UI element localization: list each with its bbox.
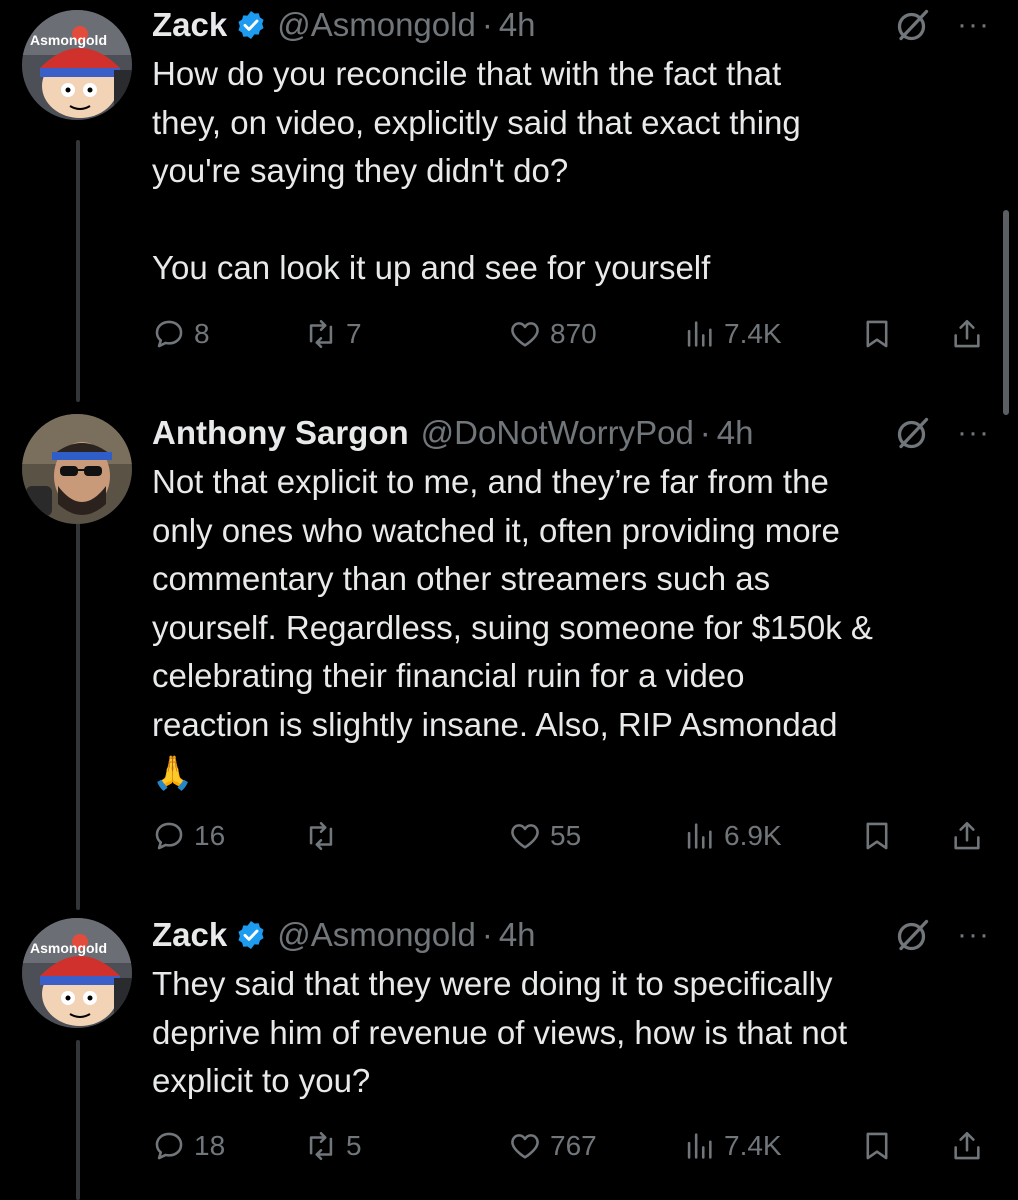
like-button[interactable]: 767 (508, 1129, 597, 1163)
retweet-button[interactable] (304, 819, 346, 853)
verified-icon (238, 11, 264, 39)
avatar-label: Asmongold (30, 940, 107, 956)
share-icon (954, 319, 980, 348)
reply-count: 16 (194, 820, 226, 851)
tweet-text: They said that they were doing it to spe… (152, 965, 848, 1099)
timestamp[interactable]: 4h (499, 910, 536, 960)
reply-icon (155, 822, 183, 850)
display-name[interactable]: Zack (152, 910, 227, 960)
tweet-text: Not that explicit to me, and they’re far… (152, 463, 873, 791)
retweet-count: 7 (346, 318, 362, 349)
retweet-button[interactable]: 7 (304, 317, 362, 351)
views-button[interactable]: 7.4K (682, 317, 782, 351)
handle[interactable]: @Asmongold (277, 910, 476, 960)
thread: Asmongold Zack @Asmongold · 4h ··· How d… (0, 0, 1018, 1200)
tweet-text: How do you reconcile that with the fact … (152, 55, 801, 286)
retweet-icon (309, 319, 333, 349)
tweet-header: Zack @Asmongold · 4h ··· (152, 0, 990, 50)
handle[interactable]: @Asmongold (277, 0, 476, 50)
like-count: 55 (550, 820, 582, 851)
tweet-actions: 16 55 6.9K (152, 814, 990, 858)
avatar[interactable]: Asmongold (22, 918, 132, 1028)
views-count: 7.4K (724, 318, 782, 349)
grok-icon[interactable] (895, 415, 931, 451)
views-button[interactable]: 7.4K (682, 1129, 782, 1163)
retweet-icon (309, 821, 333, 851)
views-count: 6.9K (724, 820, 782, 851)
views-icon (687, 1133, 712, 1159)
like-count: 870 (550, 318, 597, 349)
like-count: 767 (550, 1130, 597, 1161)
tweet[interactable]: Asmongold Zack @Asmongold · 4h ··· (0, 0, 1018, 400)
bookmark-icon (866, 1132, 888, 1160)
share-button[interactable] (950, 1129, 984, 1163)
views-icon (687, 321, 712, 347)
retweet-count: 5 (346, 1130, 362, 1161)
avatar-label: Asmongold (30, 32, 107, 48)
tweet-header: Anthony Sargon @DoNotWorryPod · 4h ··· (152, 408, 990, 458)
tweet-header: Zack @Asmongold · 4h ··· (152, 910, 990, 960)
reply-button[interactable]: 8 (152, 317, 210, 351)
heart-icon (511, 322, 539, 347)
reply-icon (155, 320, 183, 348)
tweet[interactable]: Asmongold Zack @Asmongold · 4h ··· (0, 910, 1018, 1200)
timestamp[interactable]: 4h (717, 408, 754, 458)
reply-count: 18 (194, 1130, 226, 1161)
tweet-actions: 18 5 767 7.4K (152, 1124, 990, 1168)
verified-icon (238, 921, 264, 949)
grok-icon[interactable] (895, 7, 931, 43)
reply-icon (155, 1132, 183, 1160)
grok-icon[interactable] (895, 917, 931, 953)
timestamp[interactable]: 4h (499, 0, 536, 50)
handle[interactable]: @DoNotWorryPod (421, 408, 694, 458)
display-name[interactable]: Anthony Sargon (152, 408, 409, 458)
more-icon[interactable]: ··· (957, 418, 990, 448)
display-name[interactable]: Zack (152, 0, 227, 50)
share-button[interactable] (950, 317, 984, 351)
avatar-image (22, 10, 132, 120)
separator-dot: · (481, 916, 493, 953)
reply-button[interactable]: 16 (152, 819, 225, 853)
bookmark-button[interactable] (860, 317, 894, 351)
share-icon (954, 821, 980, 850)
like-button[interactable]: 870 (508, 317, 597, 351)
views-count: 7.4K (724, 1130, 782, 1161)
like-button[interactable]: 55 (508, 819, 581, 853)
tweet-actions: 8 7 870 7.4K (152, 312, 990, 356)
heart-icon (511, 1134, 539, 1159)
share-button[interactable] (950, 819, 984, 853)
avatar-image (22, 918, 132, 1028)
bookmark-icon (866, 320, 888, 348)
bookmark-button[interactable] (860, 819, 894, 853)
retweet-icon (309, 1131, 333, 1161)
bookmark-button[interactable] (860, 1129, 894, 1163)
more-icon[interactable]: ··· (957, 10, 990, 40)
share-icon (954, 1131, 980, 1160)
avatar[interactable] (22, 414, 132, 524)
avatar[interactable]: Asmongold (22, 10, 132, 120)
reply-button[interactable]: 18 (152, 1129, 225, 1163)
views-icon (687, 823, 712, 849)
more-icon[interactable]: ··· (957, 920, 990, 950)
views-button[interactable]: 6.9K (682, 819, 782, 853)
separator-dot: · (699, 414, 711, 451)
tweet[interactable]: Anthony Sargon @DoNotWorryPod · 4h ··· N… (0, 408, 1018, 888)
retweet-button[interactable]: 5 (304, 1129, 362, 1163)
bookmark-icon (866, 822, 888, 850)
heart-icon (511, 824, 539, 849)
avatar-image (22, 414, 132, 524)
separator-dot: · (481, 6, 493, 43)
reply-count: 8 (194, 318, 210, 349)
